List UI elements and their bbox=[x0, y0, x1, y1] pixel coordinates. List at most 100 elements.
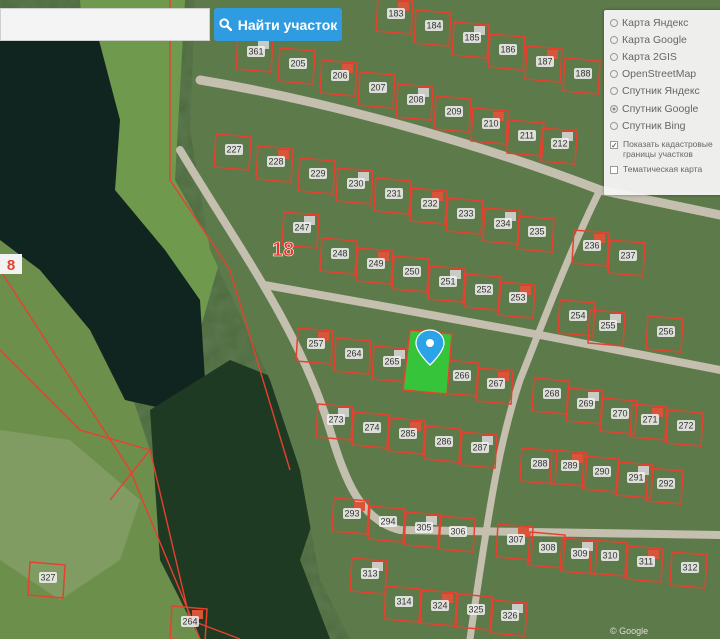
parcel-number-label[interactable]: 326 bbox=[502, 611, 517, 621]
parcel-number-label[interactable]: 324 bbox=[432, 601, 447, 611]
parcel-number-label[interactable]: 252 bbox=[476, 285, 491, 295]
parcel-number-label[interactable]: 207 bbox=[370, 83, 385, 93]
parcel-number-label[interactable]: 361 bbox=[248, 47, 263, 57]
parcel-number-label[interactable]: 255 bbox=[600, 321, 615, 331]
parcel-number-label[interactable]: 231 bbox=[386, 189, 401, 199]
parcel-number-label[interactable]: 289 bbox=[562, 461, 577, 471]
parcel-number-label[interactable]: 228 bbox=[268, 157, 283, 167]
parcel-number-label[interactable]: 270 bbox=[612, 409, 627, 419]
layer-label: Спутник Яндекс bbox=[622, 85, 700, 98]
parcel-number-label[interactable]: 274 bbox=[364, 423, 379, 433]
parcel-number-label[interactable]: 313 bbox=[362, 569, 377, 579]
radio-icon[interactable] bbox=[610, 52, 618, 61]
parcel-number-label[interactable]: 292 bbox=[658, 479, 673, 489]
parcel-number-label[interactable]: 310 bbox=[602, 551, 617, 561]
layer-option-yandex-satellite[interactable]: Спутник Яндекс bbox=[610, 83, 720, 100]
parcel-number-label[interactable]: 235 bbox=[529, 227, 544, 237]
parcel-number-label[interactable]: 291 bbox=[628, 473, 643, 483]
radio-icon[interactable] bbox=[610, 18, 618, 27]
radio-selected-icon[interactable] bbox=[610, 104, 618, 113]
radio-icon[interactable] bbox=[610, 87, 618, 96]
parcel-number-label[interactable]: 286 bbox=[436, 437, 451, 447]
parcel-number-label[interactable]: 273 bbox=[328, 415, 343, 425]
parcel-number-label[interactable]: 307 bbox=[508, 535, 523, 545]
parcel-number-label[interactable]: 185 bbox=[464, 33, 479, 43]
radio-icon[interactable] bbox=[610, 121, 618, 130]
parcel-number-label[interactable]: 237 bbox=[620, 251, 635, 261]
parcel-number-label[interactable]: 264 bbox=[182, 617, 197, 627]
parcel-number-label[interactable]: 309 bbox=[572, 549, 587, 559]
search-input[interactable] bbox=[0, 8, 210, 41]
parcel-number-label[interactable]: 294 bbox=[380, 517, 395, 527]
parcel-number-label[interactable]: 187 bbox=[537, 57, 552, 67]
parcel-number-label[interactable]: 287 bbox=[472, 443, 487, 453]
parcel-number-label[interactable]: 314 bbox=[396, 597, 411, 607]
parcel-number-label[interactable]: 327 bbox=[40, 573, 55, 583]
parcel-number-label[interactable]: 206 bbox=[332, 71, 347, 81]
parcel-number-label[interactable]: 266 bbox=[454, 371, 469, 381]
parcel-number-label[interactable]: 308 bbox=[540, 543, 555, 553]
parcel-number-label[interactable]: 188 bbox=[575, 69, 590, 79]
cadastral-borders-toggle[interactable]: ✓ Показать кадастровые границы участков bbox=[610, 140, 720, 159]
parcel-number-label[interactable]: 212 bbox=[552, 139, 567, 149]
parcel-number-label[interactable]: 256 bbox=[658, 327, 673, 337]
layer-option-bing-satellite[interactable]: Спутник Bing bbox=[610, 117, 720, 134]
parcel-number-label[interactable]: 227 bbox=[226, 145, 241, 155]
parcel-number-label[interactable]: 272 bbox=[678, 421, 693, 431]
parcel-number-label[interactable]: 186 bbox=[500, 45, 515, 55]
parcel-number-label[interactable]: 311 bbox=[639, 557, 653, 567]
layer-option-2gis-map[interactable]: Карта 2GIS bbox=[610, 48, 720, 65]
parcel-number-label[interactable]: 210 bbox=[483, 119, 498, 129]
parcel-number-label[interactable]: 211 bbox=[520, 131, 534, 141]
parcel-number-label[interactable]: 305 bbox=[416, 523, 431, 533]
parcel-number-label[interactable]: 264 bbox=[346, 349, 361, 359]
parcel-number-label[interactable]: 268 bbox=[544, 389, 559, 399]
parcel-number-label[interactable]: 288 bbox=[532, 459, 547, 469]
parcel-number-label[interactable]: 285 bbox=[400, 429, 415, 439]
parcel-number-label[interactable]: 230 bbox=[348, 179, 363, 189]
layer-option-google-map[interactable]: Карта Google bbox=[610, 31, 720, 48]
parcel-number-label[interactable]: 249 bbox=[368, 259, 383, 269]
parcel-number-label[interactable]: 293 bbox=[344, 509, 359, 519]
checkbox-icon[interactable] bbox=[610, 166, 618, 175]
parcel-number-label[interactable]: 232 bbox=[422, 199, 437, 209]
parcel-number-label[interactable]: 234 bbox=[495, 219, 510, 229]
parcel-number-label[interactable]: 265 bbox=[384, 357, 399, 367]
parcel-number-label[interactable]: 183 bbox=[388, 9, 403, 19]
parcel-number-label[interactable]: 248 bbox=[332, 249, 347, 259]
parcel-number-label[interactable]: 236 bbox=[584, 241, 599, 251]
thematic-map-toggle[interactable]: Тематическая карта bbox=[610, 165, 720, 175]
parcel-number-label[interactable]: 267 bbox=[488, 379, 503, 389]
block-label-8: 8 bbox=[7, 257, 15, 274]
parcel-number-label[interactable]: 269 bbox=[578, 399, 593, 409]
parcel-number-label[interactable]: 290 bbox=[594, 467, 609, 477]
layer-switcher: Карта Яндекс Карта Google Карта 2GIS Ope… bbox=[604, 10, 720, 195]
checkbox-checked-icon[interactable]: ✓ bbox=[610, 141, 618, 150]
parcel-number-label[interactable]: 306 bbox=[450, 527, 465, 537]
parcel-number-label[interactable]: 257 bbox=[308, 339, 323, 349]
parcel-number-label[interactable]: 205 bbox=[290, 59, 305, 69]
parcel-number-label[interactable]: 312 bbox=[682, 563, 697, 573]
radio-icon[interactable] bbox=[610, 35, 618, 44]
layer-option-openstreetmap[interactable]: OpenStreetMap bbox=[610, 66, 720, 83]
block-label-18: 18 bbox=[272, 239, 294, 261]
layer-label: Спутник Bing bbox=[622, 119, 686, 132]
parcel-number-label[interactable]: 254 bbox=[570, 311, 585, 321]
parcel-number-label[interactable]: 247 bbox=[294, 223, 309, 233]
parcel-number-label[interactable]: 325 bbox=[468, 605, 483, 615]
parcel-number-label[interactable]: 229 bbox=[310, 169, 325, 179]
layer-option-yandex-map[interactable]: Карта Яндекс bbox=[610, 14, 720, 31]
radio-icon[interactable] bbox=[610, 70, 618, 79]
parcel-number-label[interactable]: 271 bbox=[642, 415, 657, 425]
parcel-number-label[interactable]: 253 bbox=[510, 293, 525, 303]
layer-label: Спутник Google bbox=[622, 102, 699, 115]
layer-option-google-satellite[interactable]: Спутник Google bbox=[610, 100, 720, 117]
parcel-number-label[interactable]: 233 bbox=[458, 209, 473, 219]
find-parcel-button[interactable]: Найти участок bbox=[214, 8, 342, 41]
parcel-number-label[interactable]: 250 bbox=[404, 267, 419, 277]
parcel-number-label[interactable]: 184 bbox=[426, 21, 441, 31]
parcel-number-label[interactable]: 208 bbox=[408, 95, 423, 105]
parcel-number-label[interactable]: 209 bbox=[446, 107, 461, 117]
search-icon bbox=[219, 18, 232, 31]
parcel-number-label[interactable]: 251 bbox=[440, 277, 455, 287]
